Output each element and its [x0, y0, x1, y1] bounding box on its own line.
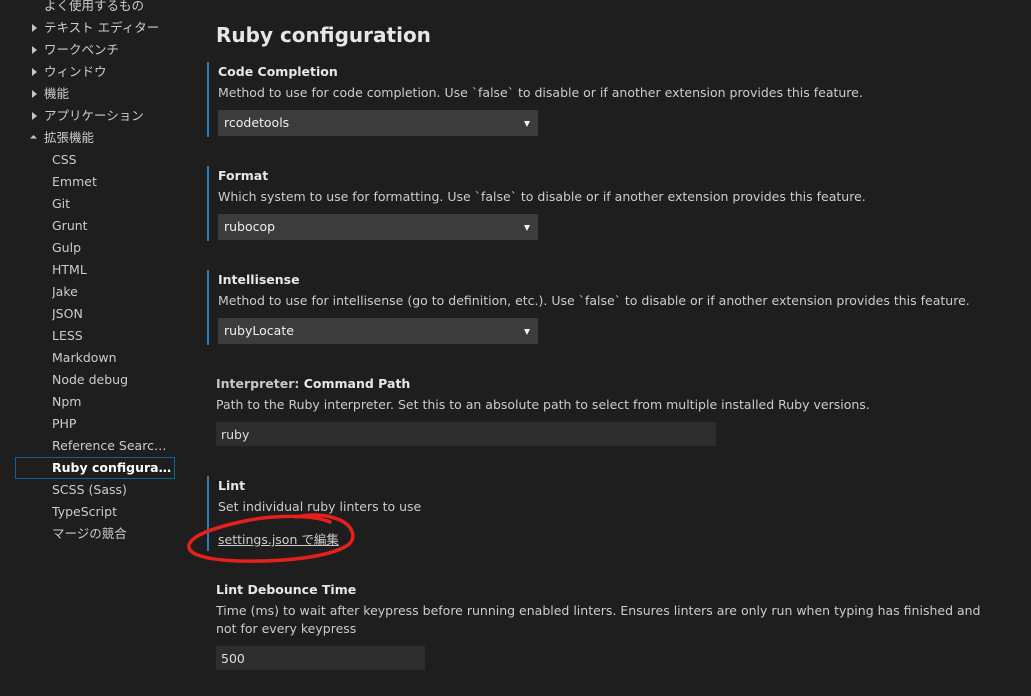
toc-item-json[interactable]: JSON	[0, 303, 178, 325]
toc-item-ruby-configuration[interactable]: Ruby configuration	[15, 457, 175, 479]
setting-title: Lint	[218, 478, 246, 493]
toc-item-scss[interactable]: SCSS (Sass)	[0, 479, 178, 501]
toc-item-label: JSON	[52, 306, 83, 321]
lint-debounce-input[interactable]	[216, 646, 425, 670]
toc-item-label: よく使用するもの	[44, 0, 145, 13]
toc-item-emmet[interactable]: Emmet	[0, 171, 178, 193]
toc-item-extensions[interactable]: 拡張機能	[0, 127, 178, 149]
dropdown-arrow-icon	[524, 329, 530, 335]
settings-window: よく使用するもの テキスト エディター ワークベンチ ウィンドウ 機能 アプリケ…	[0, 0, 1031, 696]
toc-item-php[interactable]: PHP	[0, 413, 178, 435]
toc-item-label: Reference Search View	[52, 438, 174, 453]
toc-item-label: Gulp	[52, 240, 82, 255]
toc-item-html[interactable]: HTML	[0, 259, 178, 281]
setting-title: Intellisense	[218, 272, 300, 287]
toc-item-label: マージの競合	[52, 526, 127, 541]
toc-item-label: Grunt	[52, 218, 88, 233]
chevron-right-icon[interactable]	[31, 17, 39, 39]
setting-description: Time (ms) to wait after keypress before …	[216, 603, 981, 636]
toc-item-css[interactable]: CSS	[0, 149, 178, 171]
interpreter-path-field[interactable]	[216, 422, 716, 446]
toc-item-application[interactable]: アプリケーション	[0, 105, 178, 127]
toc-item-label: 拡張機能	[44, 130, 95, 145]
code-completion-select[interactable]: rcodetools	[218, 110, 538, 136]
toc-item-label: Jake	[52, 284, 78, 299]
edit-in-settings-json-link[interactable]: settings.json で編集	[218, 529, 339, 548]
setting-title: Format	[218, 168, 269, 183]
toc-item-label: PHP	[52, 416, 77, 431]
setting-description: Path to the Ruby interpreter. Set this t…	[216, 397, 870, 412]
setting-title: Lint Debounce Time	[216, 582, 357, 597]
toc-item-gulp[interactable]: Gulp	[0, 237, 178, 259]
toc-item-label: ウィンドウ	[44, 64, 107, 79]
interpreter-path-input[interactable]	[216, 422, 716, 446]
dropdown-arrow-icon	[524, 225, 530, 231]
chevron-down-icon[interactable]	[31, 127, 39, 149]
setting-code-completion: Code Completion Method to use for code c…	[207, 62, 999, 137]
toc-item-label: LESS	[52, 328, 83, 343]
setting-format: Format Which system to use for formattin…	[207, 166, 999, 241]
chevron-right-icon[interactable]	[31, 61, 39, 83]
toc-item-reference-search-view[interactable]: Reference Search View	[0, 435, 178, 457]
toc-item-label: Git	[52, 196, 71, 211]
setting-name: Command Path	[303, 376, 411, 391]
setting-description: Which system to use for formatting. Use …	[218, 189, 866, 204]
format-select[interactable]: rubocop	[218, 214, 538, 240]
setting-intellisense: Intellisense Method to use for intellise…	[207, 270, 999, 345]
toc-item-less[interactable]: LESS	[0, 325, 178, 347]
toc-item-markdown[interactable]: Markdown	[0, 347, 178, 369]
toc-item-jake[interactable]: Jake	[0, 281, 178, 303]
select-value: rcodetools	[224, 115, 290, 130]
lint-debounce-field[interactable]	[216, 646, 425, 670]
setting-description: Set individual ruby linters to use	[218, 499, 422, 514]
setting-title: Interpreter: Command Path	[216, 376, 410, 391]
toc-item-label: Emmet	[52, 174, 97, 189]
setting-lint: Lint Set individual ruby linters to use …	[207, 476, 999, 551]
toc-item-label: アプリケーション	[44, 108, 144, 123]
chevron-right-icon[interactable]	[31, 39, 39, 61]
toc-item-label: SCSS (Sass)	[52, 482, 127, 497]
toc-item-label: 機能	[44, 86, 70, 101]
toc-item-label: CSS	[52, 152, 77, 167]
toc-item-typescript[interactable]: TypeScript	[0, 501, 178, 523]
toc-item-label: テキスト エディター	[44, 20, 160, 35]
toc-item-label: TypeScript	[52, 504, 117, 519]
toc-item-merge-conflict[interactable]: マージの競合	[0, 523, 178, 545]
setting-category: Interpreter:	[216, 376, 304, 391]
settings-editor: Ruby configuration Code Completion Metho…	[207, 0, 1007, 696]
dropdown-arrow-icon	[524, 121, 530, 127]
chevron-right-icon[interactable]	[31, 105, 39, 127]
settings-toc-tree: よく使用するもの テキスト エディター ワークベンチ ウィンドウ 機能 アプリケ…	[0, 0, 190, 696]
chevron-right-icon[interactable]	[31, 83, 39, 105]
toc-item-label: Node debug	[52, 372, 129, 387]
setting-interpreter-command-path: Interpreter: Command Path Path to the Ru…	[207, 374, 997, 449]
toc-item-label: HTML	[52, 262, 87, 277]
toc-item-window[interactable]: ウィンドウ	[0, 61, 178, 83]
toc-item-text-editor[interactable]: テキスト エディター	[0, 17, 178, 39]
setting-description: Method to use for intellisense (go to de…	[218, 293, 970, 308]
toc-item-label: Npm	[52, 394, 82, 409]
toc-item-grunt[interactable]: Grunt	[0, 215, 178, 237]
toc-item-label: ワークベンチ	[44, 42, 120, 57]
toc-item-npm[interactable]: Npm	[0, 391, 178, 413]
toc-item-features[interactable]: 機能	[0, 83, 178, 105]
setting-title: Code Completion	[218, 64, 338, 79]
select-value: rubyLocate	[224, 323, 294, 338]
toc-item-commonly-used[interactable]: よく使用するもの	[0, 0, 178, 17]
toc-item-workbench[interactable]: ワークベンチ	[0, 39, 178, 61]
toc-item-git[interactable]: Git	[0, 193, 178, 215]
toc-item-label: Markdown	[52, 350, 117, 365]
toc-item-label: Ruby configuration	[52, 460, 174, 475]
select-value: rubocop	[224, 219, 276, 234]
page-title: Ruby configuration	[216, 23, 431, 47]
intellisense-select[interactable]: rubyLocate	[218, 318, 538, 344]
toc-item-node-debug[interactable]: Node debug	[0, 369, 178, 391]
setting-lint-debounce-time: Lint Debounce Time Time (ms) to wait aft…	[207, 580, 997, 680]
setting-description: Method to use for code completion. Use `…	[218, 85, 863, 100]
